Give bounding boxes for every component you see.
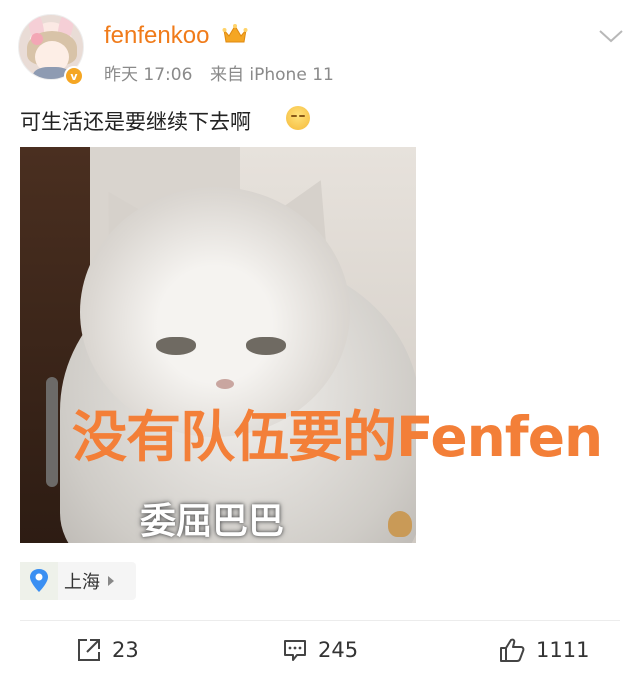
repost-button[interactable]: 23 xyxy=(76,630,139,670)
image-caption: 委屈巴巴 xyxy=(140,501,285,542)
location-tag[interactable]: 上海 xyxy=(20,562,136,600)
repost-count: 23 xyxy=(112,638,139,662)
post-source: 来自 iPhone 11 xyxy=(210,65,334,85)
location-pin-icon xyxy=(20,562,58,600)
comment-button[interactable]: 245 xyxy=(282,630,358,670)
post-text: 可生活还是要继续下去啊 xyxy=(20,110,251,134)
teddy-bear-icon xyxy=(388,511,412,537)
chevron-right-icon xyxy=(108,576,114,586)
post-image[interactable]: 委屈巴巴 xyxy=(20,147,416,543)
username[interactable]: fenfenkoo xyxy=(104,22,209,50)
chevron-down-icon[interactable] xyxy=(598,28,624,44)
comment-icon xyxy=(284,640,306,661)
verified-badge-icon: v xyxy=(64,66,84,86)
like-button[interactable]: 1111 xyxy=(498,630,589,670)
crown-icon xyxy=(222,24,248,43)
smirk-emoji-icon xyxy=(286,106,310,130)
overlay-text: 没有队伍要的Fenfen xyxy=(72,405,603,469)
divider xyxy=(20,620,620,621)
thumbs-up-icon xyxy=(500,638,525,662)
repost-icon xyxy=(78,639,100,661)
post-time: 昨天 17:06 xyxy=(104,65,193,85)
location-label: 上海 xyxy=(64,572,100,593)
like-count: 1111 xyxy=(536,638,590,662)
post-header: v fenfenkoo 昨天 17:06 来自 iPhone 11 xyxy=(0,0,640,90)
comment-count: 245 xyxy=(318,638,359,662)
